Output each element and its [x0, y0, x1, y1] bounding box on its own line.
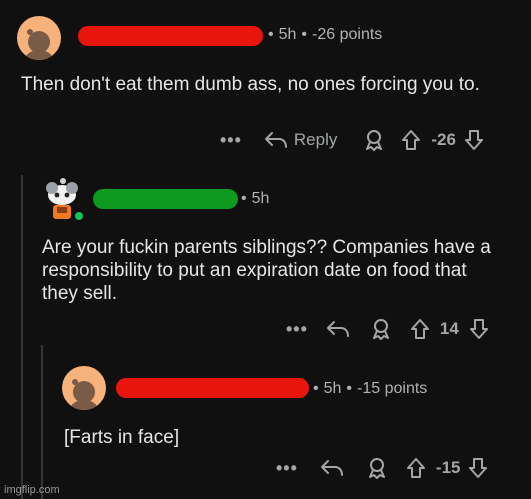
timestamp: 5h [278, 26, 297, 43]
redacted-username [116, 378, 309, 398]
upvote-arrow-icon [402, 130, 421, 150]
redacted-username [78, 26, 263, 46]
reply-arrow-icon [326, 321, 349, 337]
upvote-arrow-icon [406, 458, 425, 478]
watermark: imgflip.com [4, 484, 60, 496]
comment-body: Are your fuckin parents siblings?? Compa… [42, 237, 491, 304]
downvote-button[interactable] [469, 318, 489, 340]
avatar[interactable] [17, 16, 61, 60]
downvote-button[interactable] [464, 129, 484, 151]
reply-button[interactable] [326, 319, 350, 339]
reply-button[interactable] [320, 458, 344, 478]
downvote-button[interactable] [468, 457, 488, 479]
online-status-dot [73, 210, 85, 222]
comment-meta: • 5h • -26 points [263, 26, 382, 44]
comment-actions: ••• 14 [286, 318, 489, 340]
thread-line-1 [21, 175, 23, 499]
more-options-button[interactable]: ••• [220, 130, 242, 151]
timestamp: 5h [251, 190, 270, 207]
redacted-username [93, 189, 238, 209]
snoo-avatar-icon [25, 29, 53, 60]
avatar[interactable] [62, 366, 106, 410]
reply-arrow-icon [264, 132, 287, 148]
comment-actions: ••• Reply -26 [220, 129, 484, 151]
separator-dot: • [268, 26, 274, 43]
vote-count: -26 [431, 130, 456, 149]
vote-count: 14 [439, 319, 459, 338]
award-button[interactable] [366, 457, 388, 479]
reply-button[interactable]: Reply [264, 130, 337, 150]
score-text: -26 points [312, 26, 383, 43]
separator-dot: • [241, 190, 247, 207]
timestamp: 5h [323, 380, 342, 397]
more-options-button[interactable]: ••• [286, 319, 308, 340]
downvote-arrow-icon [469, 319, 488, 339]
comment-meta: • 5h [236, 190, 269, 208]
comment-actions: ••• -15 [276, 457, 488, 479]
award-icon [372, 319, 389, 340]
comment-body: Then don't eat them dumb ass, no ones fo… [21, 74, 480, 95]
award-icon [368, 458, 385, 479]
award-icon [366, 130, 383, 151]
award-button[interactable] [363, 129, 385, 151]
vote-count: -15 [435, 458, 461, 477]
snoo-avatar-icon [70, 379, 98, 410]
more-options-button[interactable]: ••• [276, 458, 298, 479]
downvote-arrow-icon [464, 130, 483, 150]
comment-meta: • 5h • -15 points [308, 380, 427, 398]
score-text: -15 points [357, 380, 428, 397]
reply-arrow-icon [320, 460, 343, 476]
upvote-button[interactable] [410, 318, 430, 340]
reply-label: Reply [293, 130, 338, 149]
downvote-arrow-icon [469, 458, 488, 478]
comment-body: [Farts in face] [64, 427, 180, 448]
thread-line-2 [41, 345, 43, 499]
upvote-arrow-icon [410, 319, 429, 339]
upvote-button[interactable] [406, 457, 426, 479]
award-button[interactable] [370, 318, 392, 340]
separator-dot: • [346, 380, 353, 397]
separator-dot: • [301, 26, 308, 43]
upvote-button[interactable] [401, 129, 421, 151]
separator-dot: • [313, 380, 319, 397]
